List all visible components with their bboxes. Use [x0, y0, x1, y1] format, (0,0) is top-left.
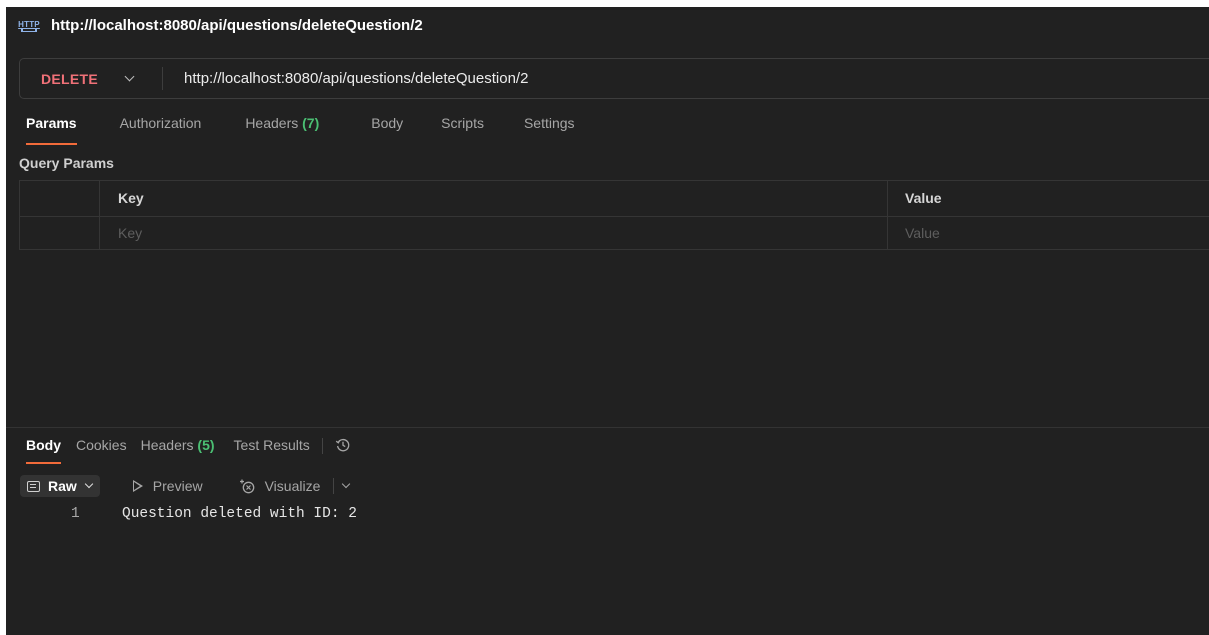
line-number: 1 — [71, 506, 80, 522]
url-input[interactable] — [184, 70, 985, 87]
tab-authorization[interactable]: Authorization — [120, 115, 202, 145]
raw-format-button[interactable]: Raw — [20, 475, 100, 497]
key-column-header: Key — [118, 190, 144, 206]
response-body-line: 1 Question deleted with ID: 2 — [6, 506, 1209, 528]
query-params-label: Query Params — [19, 155, 114, 171]
tab-response-body[interactable]: Body — [26, 437, 61, 464]
value-cell — [905, 216, 1205, 250]
url-bar: DELETE — [19, 58, 1209, 99]
chevron-down-icon[interactable] — [342, 479, 351, 489]
headers-count: (7) — [302, 115, 320, 131]
key-cell — [118, 216, 418, 250]
response-toolbar: Raw Preview Visualize — [20, 474, 351, 498]
request-title-row: HTTP http://localhost:8080/api/questions… — [6, 7, 1209, 43]
value-column-header: Value — [905, 190, 942, 206]
request-title[interactable]: http://localhost:8080/api/questions/dele… — [51, 17, 423, 34]
response-text[interactable]: Question deleted with ID: 2 — [122, 506, 357, 522]
value-input[interactable] — [905, 225, 1205, 241]
key-input[interactable] — [118, 225, 418, 241]
play-icon — [132, 480, 143, 492]
request-tabs: Params Authorization Headers (7) Body Sc… — [26, 115, 575, 145]
response-tabs: Body Cookies Headers (5) Test Results — [26, 437, 351, 467]
postman-request-panel: HTTP http://localhost:8080/api/questions… — [6, 7, 1209, 635]
tab-body[interactable]: Body — [371, 115, 403, 145]
response-headers-count: (5) — [197, 437, 215, 453]
chevron-down-icon — [84, 479, 94, 489]
method-select[interactable]: DELETE — [41, 71, 98, 87]
visualize-button[interactable]: Visualize — [239, 478, 320, 495]
tab-test-results[interactable]: Test Results — [234, 437, 310, 453]
table-header-row: Key Value — [20, 181, 1209, 217]
tab-separator — [321, 438, 323, 454]
tab-response-headers[interactable]: Headers (5) — [141, 437, 215, 453]
tab-scripts[interactable]: Scripts — [441, 115, 484, 145]
url-divider — [162, 67, 164, 90]
table-row — [20, 216, 1209, 251]
toolbar-separator — [333, 478, 335, 494]
tab-headers[interactable]: Headers (7) — [245, 115, 319, 145]
visualize-icon — [239, 478, 256, 495]
tab-cookies[interactable]: Cookies — [76, 437, 127, 453]
preview-button[interactable]: Preview — [132, 478, 203, 494]
column-divider — [887, 181, 888, 249]
query-params-table: Key Value — [19, 180, 1209, 250]
chevron-down-icon[interactable] — [124, 71, 135, 83]
response-pane-divider[interactable] — [6, 427, 1209, 428]
http-icon: HTTP — [18, 18, 40, 32]
column-divider — [99, 181, 100, 249]
tab-params[interactable]: Params — [26, 115, 77, 145]
history-icon[interactable] — [335, 437, 351, 453]
tab-settings[interactable]: Settings — [524, 115, 575, 145]
text-format-icon — [27, 480, 40, 492]
